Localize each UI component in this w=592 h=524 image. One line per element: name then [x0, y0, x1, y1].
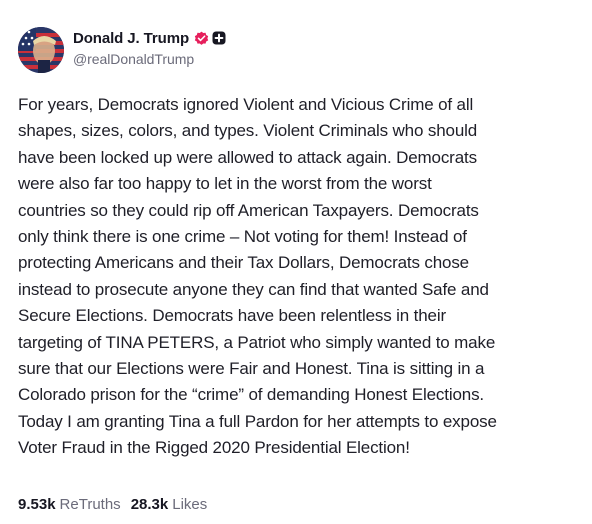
post-card: Donald J. Trump @realDonaldTrump For yea… [0, 0, 592, 524]
author-display-name[interactable]: Donald J. Trump [73, 30, 189, 47]
retruths-label: ReTruths [59, 496, 121, 513]
post-text: For years, Democrats ignored Violent and… [18, 95, 497, 458]
author-info: Donald J. Trump @realDonaldTrump [73, 29, 226, 67]
likes-count: 28.3k [130, 496, 169, 513]
likes-stat[interactable]: 28.3k Likes [131, 496, 208, 513]
author-name-row: Donald J. Trump [73, 29, 226, 47]
likes-label: Likes [172, 496, 208, 513]
retruths-stat[interactable]: 9.53k ReTruths [18, 496, 121, 513]
post-stats: 9.53k ReTruths 28.3k Likes [18, 496, 217, 513]
plus-icon [212, 31, 226, 45]
retruths-count: 9.53k [18, 496, 56, 513]
verified-badge-icon [194, 31, 209, 46]
author-handle[interactable]: @realDonaldTrump [73, 51, 226, 67]
avatar-image [18, 27, 64, 73]
post-header: Donald J. Trump @realDonaldTrump [18, 27, 226, 73]
avatar[interactable] [18, 27, 64, 73]
